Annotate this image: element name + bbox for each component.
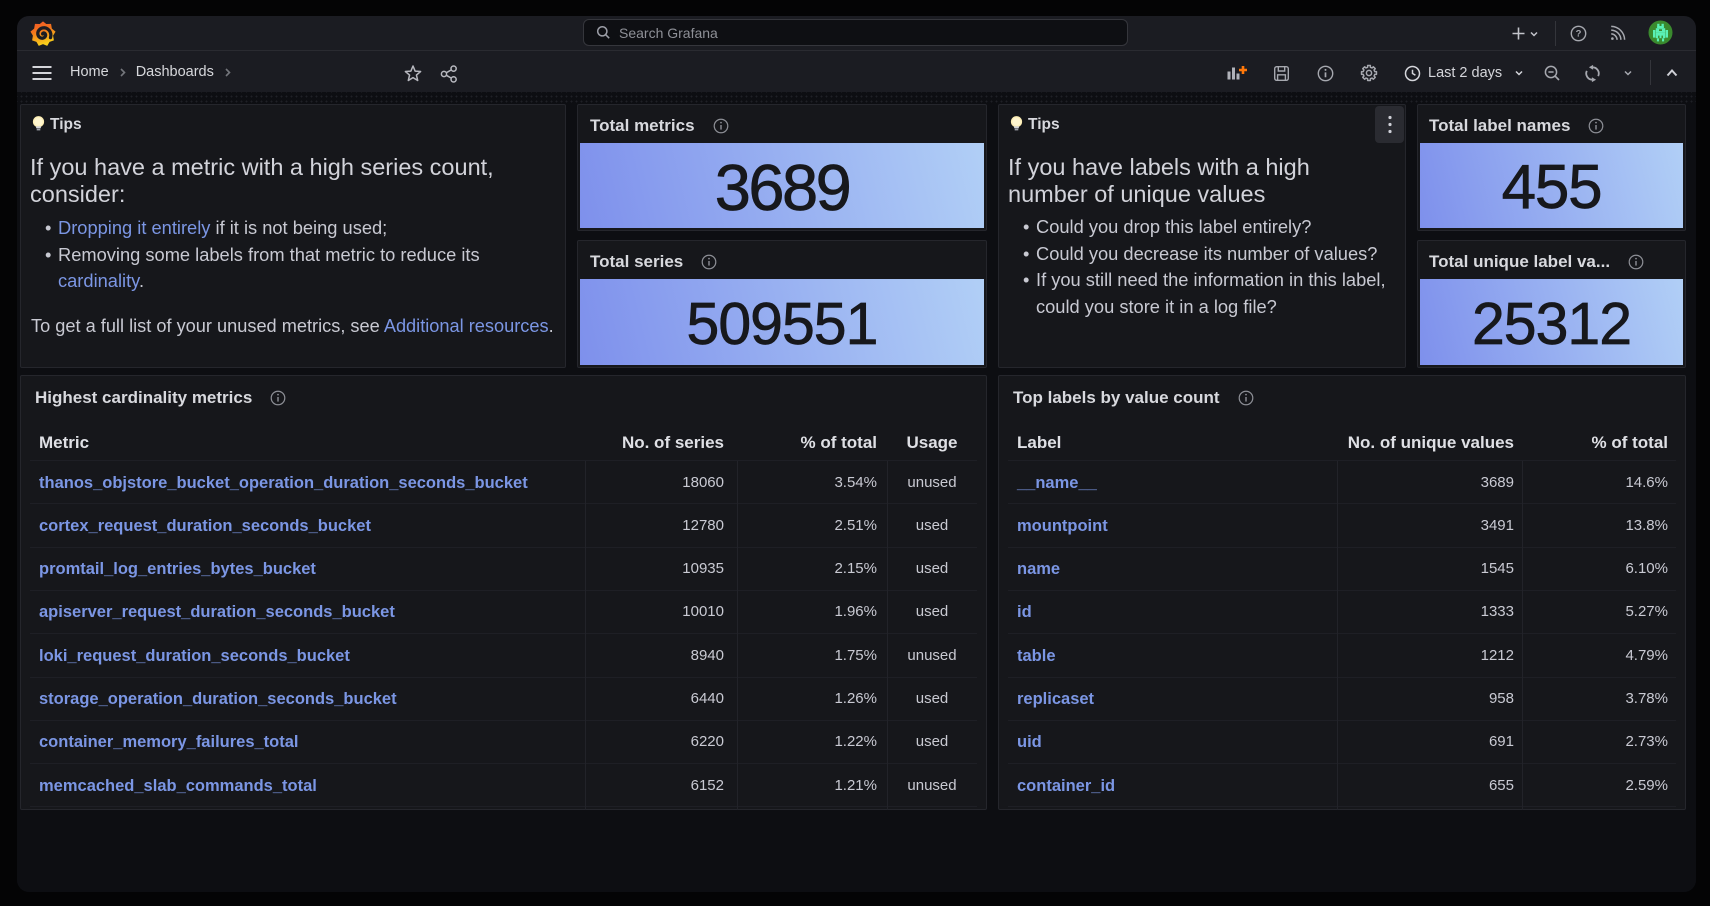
svg-text:?: ?: [1576, 29, 1582, 40]
